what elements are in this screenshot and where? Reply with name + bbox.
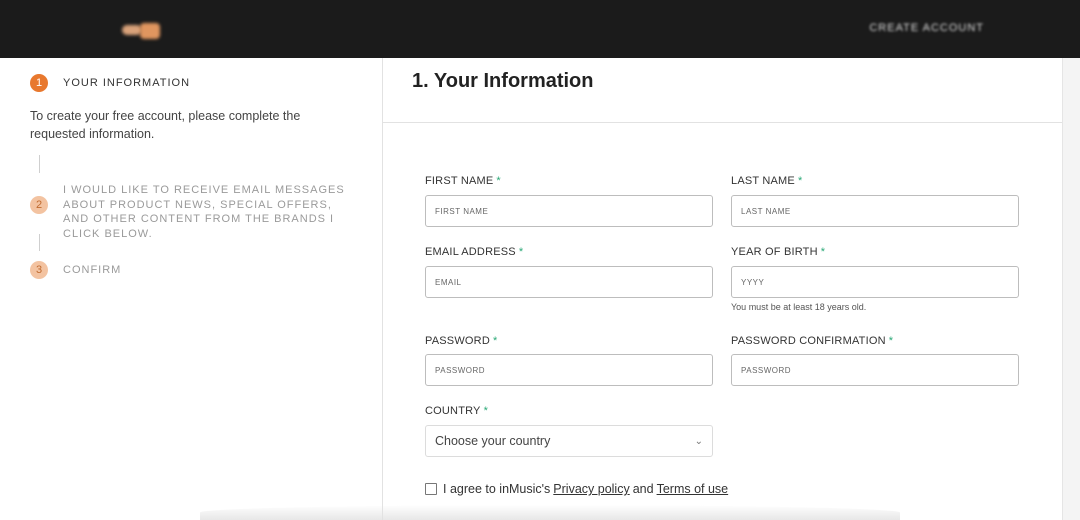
step-your-information: 1 YOUR INFORMATION (30, 74, 190, 92)
step-number: 3 (30, 261, 48, 279)
step-connector (39, 155, 40, 173)
country-selected-value: Choose your country (435, 434, 551, 448)
required-marker: * (492, 335, 498, 347)
agree-checkbox[interactable] (425, 483, 437, 495)
account-link[interactable]: CREATE ACCOUNT (869, 22, 984, 34)
last-name-input[interactable] (731, 195, 1019, 227)
first-name-input[interactable] (425, 195, 713, 227)
brand-logo-icon[interactable] (122, 22, 162, 42)
page-title: 1. Your Information (412, 70, 594, 92)
steps-sidebar: 1 YOUR INFORMATION To create your free a… (0, 58, 383, 520)
age-hint: You must be at least 18 years old. (731, 302, 867, 312)
step-number: 2 (30, 196, 48, 214)
password-confirmation-label: PASSWORD CONFIRMATION * (731, 335, 894, 347)
step-label: YOUR INFORMATION (63, 77, 191, 89)
password-input[interactable] (425, 354, 713, 386)
email-label: EMAIL ADDRESS * (425, 246, 524, 258)
password-confirmation-input[interactable] (731, 354, 1019, 386)
chevron-down-icon: ⌄ (694, 436, 703, 447)
step-confirm: 3 CONFIRM (30, 261, 121, 279)
step-email-preferences: 2 I WOULD LIKE TO RECEIVE EMAIL MESSAGES… (30, 183, 358, 241)
bottom-shadow (200, 505, 900, 520)
first-name-label: FIRST NAME * (425, 175, 501, 187)
year-of-birth-input[interactable] (731, 266, 1019, 298)
country-select[interactable]: Choose your country ⌄ (425, 425, 713, 457)
year-of-birth-label: YEAR OF BIRTH * (731, 246, 826, 258)
terms-of-use-link[interactable]: Terms of use (657, 482, 729, 496)
agree-and-text: and (632, 482, 654, 496)
required-marker: * (518, 246, 524, 258)
password-label: PASSWORD * (425, 335, 498, 347)
required-marker: * (797, 175, 803, 187)
page-edge (1062, 58, 1080, 520)
email-input[interactable] (425, 266, 713, 298)
required-marker: * (496, 175, 501, 187)
terms-agreement: I agree to inMusic's Privacy policy and … (425, 482, 728, 496)
form-header: 1. Your Information (383, 58, 1062, 123)
step-label: CONFIRM (63, 264, 122, 276)
step-label: I WOULD LIKE TO RECEIVE EMAIL MESSAGES A… (63, 184, 345, 240)
agree-text: I agree to inMusic's (443, 482, 551, 496)
step-connector (39, 234, 40, 251)
intro-text: To create your free account, please comp… (30, 109, 301, 141)
required-marker: * (888, 335, 894, 347)
country-label: COUNTRY * (425, 405, 489, 417)
step-number: 1 (30, 74, 48, 92)
privacy-policy-link[interactable]: Privacy policy (553, 482, 629, 496)
required-marker: * (820, 246, 826, 258)
registration-form: 1. Your Information FIRST NAME* LAST NAM… (383, 58, 1062, 520)
required-marker: * (483, 405, 489, 417)
top-header: CREATE ACCOUNT (0, 0, 1080, 58)
last-name-label: LAST NAME * (731, 175, 803, 187)
